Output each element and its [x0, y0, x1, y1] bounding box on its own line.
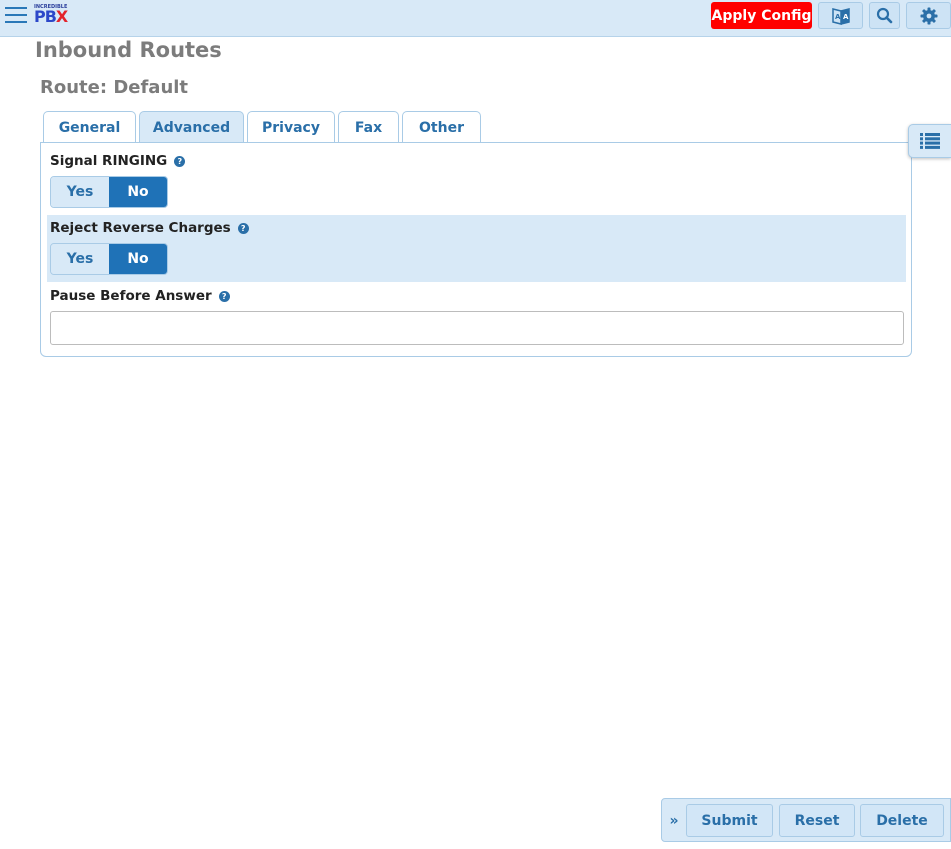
tab-advanced[interactable]: Advanced — [139, 111, 244, 143]
reject-reverse-charges-no[interactable]: No — [109, 244, 167, 274]
language-icon: A A — [831, 7, 850, 25]
signal-ringing-yes[interactable]: Yes — [51, 177, 109, 207]
reset-button[interactable]: Reset — [779, 804, 855, 837]
tab-privacy[interactable]: Privacy — [247, 111, 335, 143]
logo-wordmark: PBX — [34, 7, 68, 26]
signal-ringing-field: Signal RINGING ? Yes No — [47, 147, 906, 213]
signal-ringing-no[interactable]: No — [109, 177, 167, 207]
help-icon[interactable]: ? — [218, 290, 230, 302]
top-navbar: INCREDIBLE PBX Apply Config A A — [0, 0, 951, 37]
search-icon — [876, 7, 893, 24]
help-icon[interactable]: ? — [237, 222, 249, 234]
submit-button[interactable]: Submit — [686, 804, 773, 837]
help-icon[interactable]: ? — [174, 155, 186, 167]
collapse-actions-icon[interactable]: » — [668, 811, 680, 831]
delete-button[interactable]: Delete — [860, 804, 944, 837]
signal-ringing-label: Signal RINGING ? — [50, 153, 186, 169]
tab-fax[interactable]: Fax — [338, 111, 399, 143]
signal-ringing-label-text: Signal RINGING — [50, 153, 168, 169]
svg-text:A: A — [843, 13, 849, 21]
logo-wordmark-x: X — [55, 7, 68, 26]
pause-before-answer-input[interactable] — [50, 311, 904, 345]
search-button[interactable] — [869, 2, 900, 29]
action-bar: » Submit Reset Delete — [661, 798, 951, 842]
pause-before-answer-label-text: Pause Before Answer — [50, 288, 212, 304]
signal-ringing-toggle: Yes No — [50, 176, 168, 208]
reject-reverse-charges-label: Reject Reverse Charges ? — [50, 220, 249, 236]
language-button[interactable]: A A — [818, 2, 863, 29]
tab-other[interactable]: Other — [402, 111, 481, 143]
logo-wordmark-main: PB — [34, 7, 57, 26]
pause-before-answer-field: Pause Before Answer ? — [47, 283, 906, 351]
tab-general[interactable]: General — [43, 111, 136, 143]
list-icon — [920, 133, 940, 149]
page-title: Inbound Routes — [35, 38, 222, 62]
reject-reverse-charges-toggle: Yes No — [50, 243, 168, 275]
settings-button[interactable] — [906, 2, 951, 29]
side-list-toggle[interactable] — [908, 124, 951, 158]
reject-reverse-charges-field: Reject Reverse Charges ? Yes No — [47, 215, 906, 282]
advanced-panel: Signal RINGING ? Yes No Reject Reverse C… — [40, 142, 912, 357]
gear-icon — [920, 7, 937, 24]
menu-icon[interactable] — [5, 7, 27, 23]
svg-text:A: A — [835, 13, 841, 21]
apply-config-button[interactable]: Apply Config — [711, 2, 812, 29]
logo[interactable]: INCREDIBLE PBX — [34, 4, 74, 26]
pause-before-answer-label: Pause Before Answer ? — [50, 288, 230, 304]
reject-reverse-charges-yes[interactable]: Yes — [51, 244, 109, 274]
reject-reverse-charges-label-text: Reject Reverse Charges — [50, 220, 231, 236]
route-title: Route: Default — [40, 77, 189, 98]
tab-bar: General Advanced Privacy Fax Other — [43, 111, 484, 143]
